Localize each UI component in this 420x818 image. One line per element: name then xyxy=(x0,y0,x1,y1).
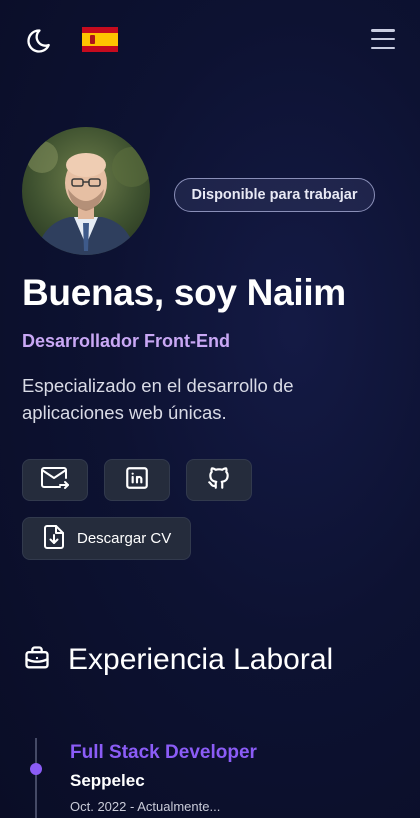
file-download-icon xyxy=(43,524,65,554)
github-icon xyxy=(206,465,232,495)
job-period: Oct. 2022 - Actualmente... xyxy=(70,799,221,814)
job-title: Full Stack Developer xyxy=(70,742,257,763)
download-cv-button[interactable]: Descargar CV xyxy=(22,517,191,560)
top-bar xyxy=(0,0,420,80)
avatar xyxy=(22,127,150,255)
moon-icon[interactable] xyxy=(24,26,54,56)
linkedin-button[interactable] xyxy=(104,459,170,501)
availability-badge: Disponible para trabajar xyxy=(174,178,375,212)
role-subtitle: Desarrollador Front-End xyxy=(22,331,231,351)
job-company: Seppelec xyxy=(70,771,145,790)
briefcase-icon xyxy=(22,644,52,676)
page-title: Buenas, soy Naiim xyxy=(22,272,346,313)
timeline-dot xyxy=(30,763,42,775)
experience-title: Experiencia Laboral xyxy=(68,643,334,676)
github-button[interactable] xyxy=(186,459,252,501)
linkedin-icon xyxy=(124,465,150,495)
email-button[interactable] xyxy=(22,459,88,501)
timeline-line xyxy=(35,738,37,818)
experience-heading: Experiencia Laboral xyxy=(22,640,333,680)
hamburger-menu-icon[interactable] xyxy=(370,26,396,52)
download-cv-label: Descargar CV xyxy=(77,530,172,547)
mail-icon xyxy=(40,465,70,495)
spain-flag-icon[interactable] xyxy=(82,27,118,52)
intro-description: Especializado en el desarrollo de aplica… xyxy=(22,375,294,423)
